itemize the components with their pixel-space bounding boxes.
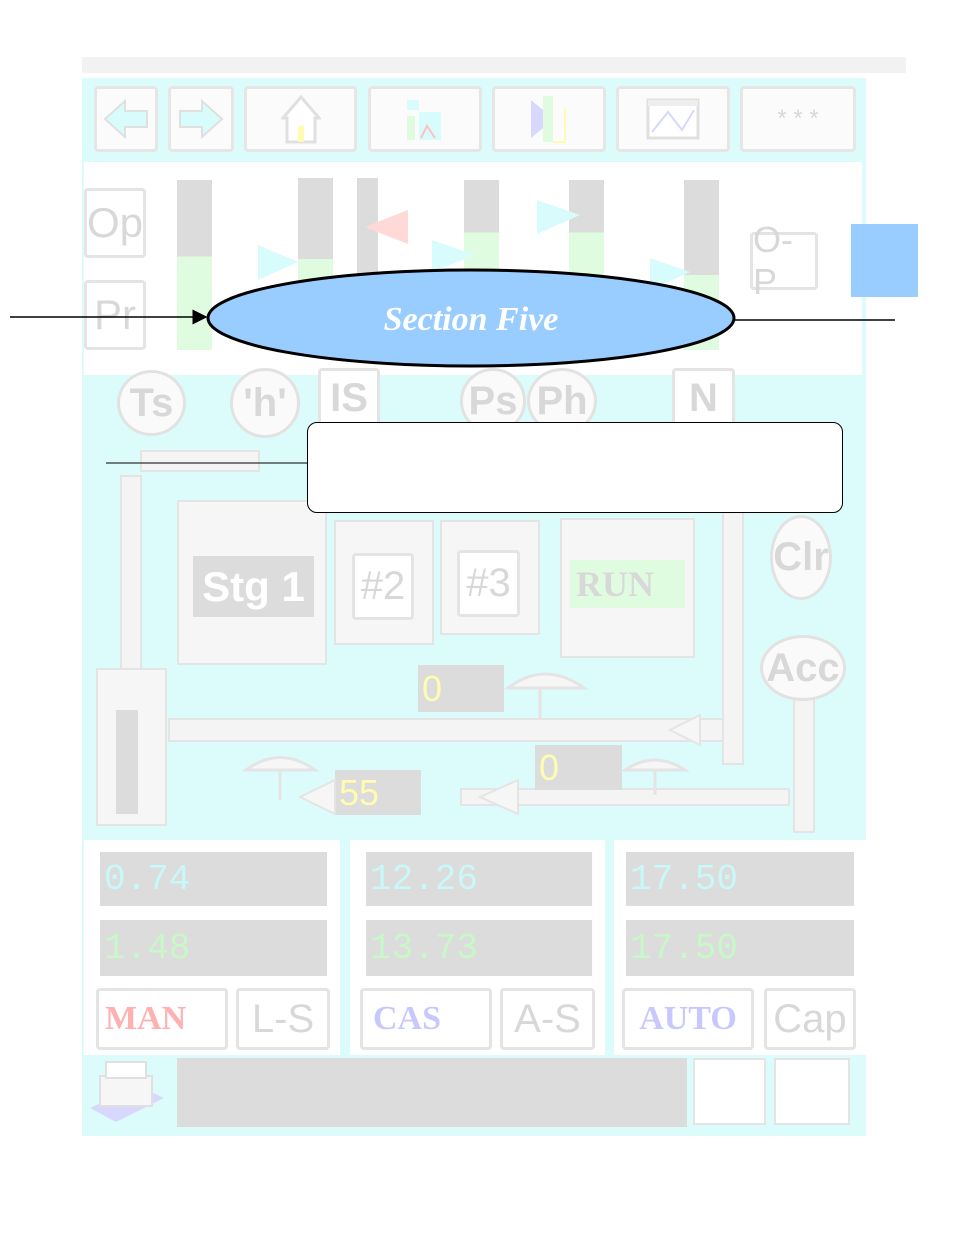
pv-value: 17.50	[630, 858, 739, 900]
section-title: Section Five	[383, 301, 559, 338]
pv-display-1: 0.74	[100, 852, 327, 906]
aux-label: Cap	[773, 996, 847, 1041]
flow-arrow	[667, 713, 701, 747]
flow-arrow	[297, 778, 336, 816]
status-button-1[interactable]	[693, 1058, 766, 1125]
printer-icon[interactable]	[86, 1058, 168, 1128]
pv-value: 12.26	[370, 858, 479, 900]
valve-icon	[241, 756, 320, 800]
aux-button-1[interactable]: L-S	[236, 988, 330, 1050]
status-button-2[interactable]	[774, 1058, 850, 1125]
aux-label: L-S	[251, 996, 315, 1041]
aux-button-2[interactable]: A-S	[500, 988, 595, 1050]
aux-button-3[interactable]: Cap	[764, 988, 856, 1050]
valve-icon	[503, 672, 589, 720]
mode-label: AUTO	[639, 1000, 737, 1037]
sp-display-2[interactable]: 13.73	[366, 920, 592, 976]
pv-display-2: 12.26	[366, 852, 592, 906]
message-bar	[177, 1058, 687, 1127]
mode-label: MAN	[105, 1000, 187, 1037]
callout-box	[307, 422, 843, 513]
flow-arrow	[477, 778, 519, 816]
sp-value: 13.73	[370, 927, 479, 969]
aux-label: A-S	[514, 996, 581, 1041]
sp-value: 17.50	[630, 927, 739, 969]
valve-icon	[620, 758, 690, 795]
mode-button-1[interactable]: MAN	[96, 988, 228, 1050]
pv-display-3: 17.50	[626, 852, 854, 906]
mode-button-3[interactable]: AUTO	[622, 988, 754, 1050]
sp-value: 1.48	[104, 927, 191, 969]
mode-button-2[interactable]: CAS	[360, 988, 492, 1050]
pv-value: 0.74	[104, 858, 191, 900]
mode-label: CAS	[373, 1000, 442, 1037]
sp-display-3[interactable]: 17.50	[626, 920, 854, 976]
sp-display-1[interactable]: 1.48	[100, 920, 327, 976]
